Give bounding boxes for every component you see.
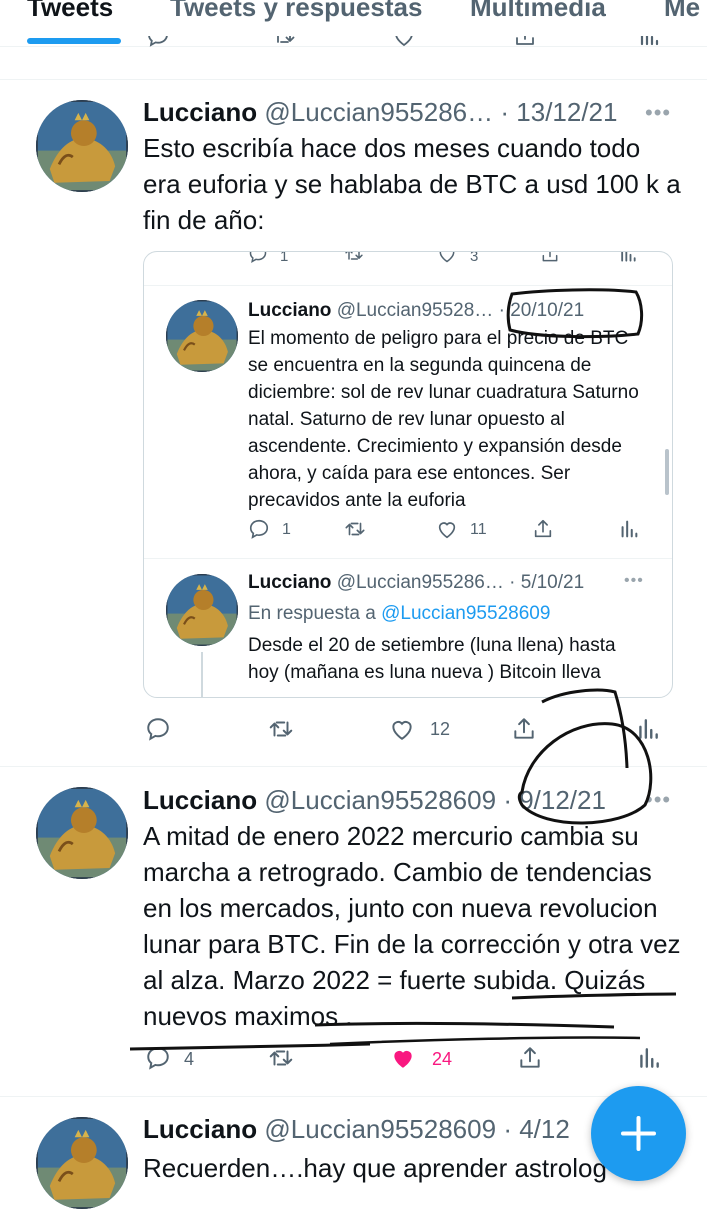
avatar[interactable]: [36, 1117, 128, 1209]
author-handle[interactable]: @Luccian955286…: [337, 572, 504, 593]
reply-icon[interactable]: [146, 36, 170, 50]
share-icon[interactable]: [517, 1045, 543, 1071]
author-name[interactable]: Lucciano: [143, 97, 257, 127]
tweet-header: Lucciano @Luccian95528609 · 4/12: [143, 1114, 570, 1145]
avatar[interactable]: [36, 787, 128, 879]
share-icon[interactable]: [532, 518, 554, 540]
tweet-header: Lucciano @Luccian95528609 · 9/12/21: [143, 785, 606, 816]
tweet-text: El momento de peligro para el precio de …: [248, 328, 639, 511]
like-icon[interactable]: [392, 36, 416, 50]
tweet-header: Lucciano @Luccian955286… · 13/12/21: [143, 97, 617, 128]
retweet-icon[interactable]: [344, 252, 364, 265]
divider: [144, 285, 672, 286]
avatar[interactable]: [36, 100, 128, 192]
more-icon[interactable]: •••: [645, 100, 671, 126]
author-handle[interactable]: @Luccian955286…: [264, 97, 493, 127]
like-count: 12: [430, 719, 451, 739]
tweet-header: Lucciano @Luccian955286… · 5/10/21: [248, 572, 584, 594]
share-icon[interactable]: [511, 716, 537, 742]
share-icon[interactable]: [513, 36, 537, 50]
tab-tweets[interactable]: Tweets: [27, 0, 113, 23]
tab-likes[interactable]: Me: [664, 0, 700, 23]
retweet-icon[interactable]: [272, 36, 296, 50]
divider: [144, 558, 672, 559]
author-handle[interactable]: @Luccian95528609: [264, 1114, 496, 1144]
plus-icon: [621, 1116, 656, 1151]
tweet-text: Desde el 20 de setiembre (luna llena) ha…: [248, 635, 616, 683]
tweet-date[interactable]: · 4/12: [503, 1114, 570, 1144]
like-count: 11: [470, 521, 487, 538]
tweet-date[interactable]: · 13/12/21: [500, 97, 617, 127]
tweet-date[interactable]: · 20/10/21: [499, 300, 585, 321]
reply-icon[interactable]: [145, 1045, 171, 1071]
reply-count: 1: [280, 251, 289, 265]
more-icon[interactable]: •••: [624, 572, 644, 590]
author-name[interactable]: Lucciano: [248, 572, 331, 593]
author-handle[interactable]: @Luccian95528609: [264, 785, 496, 815]
tweet-text: Esto escribía hace dos meses cuando todo…: [143, 133, 681, 235]
tweet-text: A mitad de enero 2022 mercurio cambia su…: [143, 821, 681, 1031]
like-icon[interactable]: [389, 716, 415, 742]
avatar[interactable]: [166, 300, 238, 372]
like-icon[interactable]: [437, 252, 457, 265]
analytics-icon[interactable]: [635, 716, 661, 742]
compose-tweet-button[interactable]: [591, 1086, 686, 1181]
reply-count: 1: [282, 521, 291, 538]
like-icon[interactable]: [389, 1045, 417, 1071]
analytics-icon[interactable]: [618, 518, 640, 540]
like-icon[interactable]: [436, 518, 458, 540]
divider: [0, 766, 707, 767]
reply-icon[interactable]: [145, 716, 171, 742]
tweet-header: Lucciano @Luccian95528… · 20/10/21: [248, 300, 584, 322]
avatar[interactable]: [166, 574, 238, 646]
retweet-icon[interactable]: [268, 716, 294, 742]
tweet-date[interactable]: · 9/12/21: [503, 785, 606, 815]
reply-icon[interactable]: [248, 252, 268, 265]
profile-tabbar: Tweets Tweets y respuestas Multimedia Me: [0, 0, 707, 47]
share-icon[interactable]: [540, 252, 560, 265]
author-name[interactable]: Lucciano: [143, 785, 257, 815]
tab-media[interactable]: Multimedia: [470, 0, 606, 23]
more-icon[interactable]: •••: [645, 787, 671, 813]
author-name[interactable]: Lucciano: [248, 300, 331, 321]
divider: [0, 79, 707, 80]
quoted-thread-card[interactable]: 1 3 Lucciano @Luccian95528… · 20/10/21 E…: [143, 251, 673, 698]
reply-mention-link[interactable]: @Luccian95528609: [381, 603, 550, 624]
reply-prefix: En respuesta a: [248, 603, 376, 624]
analytics-icon[interactable]: [618, 252, 638, 265]
author-name[interactable]: Lucciano: [143, 1114, 257, 1144]
retweet-icon[interactable]: [344, 518, 366, 540]
reply-count: 4: [184, 1049, 195, 1069]
reply-context: En respuesta a @Luccian95528609: [248, 600, 658, 627]
thread-line: [201, 652, 203, 697]
author-handle[interactable]: @Luccian95528…: [337, 300, 494, 321]
like-count: 24: [432, 1049, 453, 1069]
tab-tweets-and-replies[interactable]: Tweets y respuestas: [170, 0, 422, 23]
like-count: 3: [470, 251, 479, 265]
analytics-icon[interactable]: [636, 1045, 662, 1071]
reply-icon[interactable]: [248, 518, 270, 540]
retweet-icon[interactable]: [268, 1045, 294, 1071]
active-tab-indicator: [27, 38, 121, 44]
tweet-date[interactable]: · 5/10/21: [509, 572, 584, 593]
scrollbar[interactable]: [665, 449, 669, 495]
analytics-icon[interactable]: [637, 36, 661, 50]
